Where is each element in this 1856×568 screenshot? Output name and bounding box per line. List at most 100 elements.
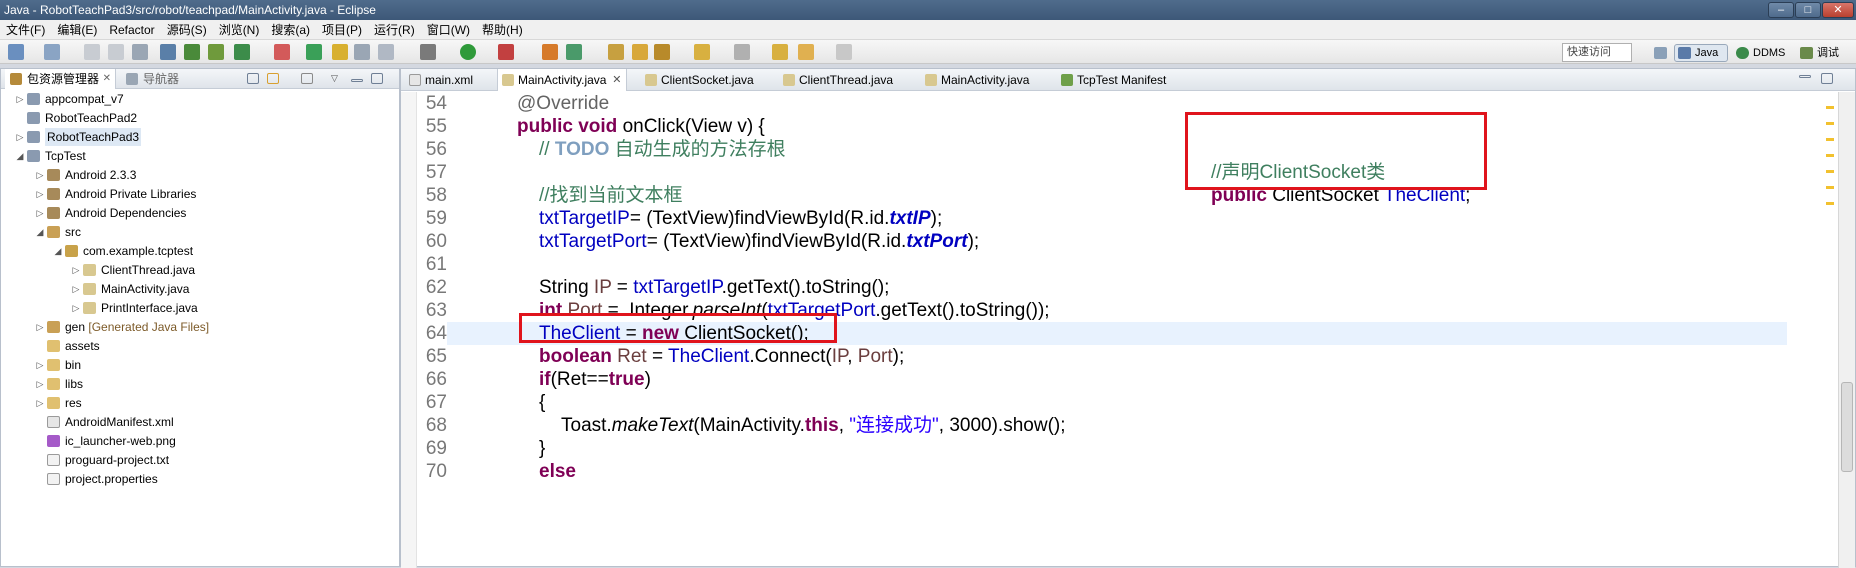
line-number: 61 bbox=[425, 254, 447, 275]
editor-vertical-scrollbar[interactable] bbox=[1838, 92, 1855, 568]
close-icon[interactable]: ✕ bbox=[103, 69, 111, 89]
tab-tcptest-manifest[interactable]: TcpTest Manifest bbox=[1057, 69, 1166, 91]
scrollbar-thumb[interactable] bbox=[1841, 382, 1853, 472]
menu-navigate[interactable]: 浏览(N) bbox=[213, 20, 266, 40]
avd-manager-icon[interactable] bbox=[184, 44, 200, 60]
code-line-65: boolean Ret = TheClient.Connect(IP, Port… bbox=[539, 346, 905, 367]
tab-mainactivity-2[interactable]: MainActivity.java bbox=[921, 69, 1029, 91]
maximize-view-icon[interactable] bbox=[371, 73, 383, 84]
minimize-editor-icon[interactable] bbox=[1799, 75, 1811, 78]
maximize-editor-icon[interactable] bbox=[1821, 73, 1833, 84]
tab-mainactivity-active[interactable]: MainActivity.java ✕ bbox=[497, 69, 628, 91]
menu-window[interactable]: 窗口(W) bbox=[421, 20, 476, 40]
perspective-debug[interactable]: 调试 bbox=[1796, 44, 1852, 62]
code-line-59: txtTargetIP= (TextView)findViewById(R.id… bbox=[539, 208, 943, 229]
search-icon[interactable] bbox=[632, 44, 648, 60]
tab-clientthread[interactable]: ClientThread.java bbox=[779, 69, 893, 91]
menu-bar: 文件(F) 编辑(E) Refactor 源码(S) 浏览(N) 搜索(a) 项目(P) 运行… bbox=[0, 20, 1856, 40]
previous-annotation-icon[interactable] bbox=[734, 44, 750, 60]
check-icon[interactable] bbox=[234, 44, 250, 60]
warning-marker[interactable] bbox=[1826, 122, 1834, 125]
print-icon[interactable] bbox=[132, 44, 148, 60]
line-number: 57 bbox=[425, 162, 447, 183]
new-java-icon[interactable] bbox=[274, 44, 290, 60]
android-sdk-icon[interactable] bbox=[160, 44, 176, 60]
next-annotation-icon[interactable] bbox=[694, 44, 710, 60]
view-menu-chevron-icon[interactable]: ▽ bbox=[331, 73, 343, 84]
view-menu-icon[interactable] bbox=[301, 73, 313, 84]
warning-marker[interactable] bbox=[1826, 138, 1834, 141]
warning-marker[interactable] bbox=[1826, 154, 1834, 157]
new-project-icon[interactable] bbox=[44, 44, 60, 60]
package-explorer-header: 包资源管理器 ✕ 导航器 ▽ bbox=[1, 69, 399, 89]
menu-refactor[interactable]: Refactor bbox=[103, 20, 160, 40]
declaration-highlight-box bbox=[1185, 112, 1487, 190]
last-edit-icon[interactable] bbox=[772, 44, 788, 60]
line-number: 55 bbox=[425, 116, 447, 137]
ddms-icon bbox=[1736, 47, 1749, 59]
code-line-60: txtTargetPort= (TextView)findViewById(R.… bbox=[539, 231, 980, 252]
perspective-ddms[interactable]: DDMS bbox=[1732, 44, 1790, 62]
wand-icon[interactable] bbox=[332, 44, 348, 60]
image-file-icon bbox=[47, 435, 60, 447]
collapse-all-icon[interactable] bbox=[247, 73, 259, 84]
save-icon[interactable] bbox=[84, 44, 100, 60]
project-icon bbox=[27, 131, 40, 143]
java-file-icon bbox=[645, 74, 657, 86]
perspective-java[interactable]: Java bbox=[1674, 44, 1728, 62]
external-tools-icon[interactable] bbox=[498, 44, 514, 60]
quick-access-input[interactable]: 快速访问 bbox=[1562, 43, 1632, 62]
new-package-icon[interactable] bbox=[306, 44, 322, 60]
link-with-editor-icon[interactable] bbox=[267, 73, 279, 84]
toggle-icon[interactable] bbox=[378, 44, 394, 60]
close-button[interactable]: ✕ bbox=[1822, 2, 1854, 18]
maximize-button[interactable]: □ bbox=[1795, 2, 1821, 18]
code-line-55: public void onClick(View v) { bbox=[517, 116, 765, 137]
code-line-69: } bbox=[539, 438, 546, 459]
menu-help[interactable]: 帮助(H) bbox=[476, 20, 529, 40]
annotation-icon[interactable] bbox=[654, 44, 670, 60]
new-class-icon[interactable] bbox=[542, 44, 558, 60]
menu-run[interactable]: 运行(R) bbox=[368, 20, 421, 40]
tab-clientsocket[interactable]: ClientSocket.java bbox=[641, 69, 754, 91]
line-number: 63 bbox=[425, 300, 447, 321]
debug-icon[interactable] bbox=[420, 44, 436, 60]
run-icon[interactable] bbox=[460, 44, 476, 60]
minimize-view-icon[interactable] bbox=[351, 79, 363, 82]
forward-icon[interactable] bbox=[836, 44, 852, 60]
menu-search[interactable]: 搜索(a) bbox=[265, 20, 316, 40]
line-number: 62 bbox=[425, 277, 447, 298]
new-interface-icon[interactable] bbox=[566, 44, 582, 60]
open-folder-icon[interactable] bbox=[608, 44, 624, 60]
android-manifest-icon bbox=[1061, 74, 1073, 86]
tab-navigator[interactable]: 导航器 bbox=[121, 69, 179, 89]
back-icon[interactable] bbox=[798, 44, 814, 60]
menu-source[interactable]: 源码(S) bbox=[161, 20, 213, 40]
source-folder-icon bbox=[47, 226, 60, 238]
code-line-68: Toast.makeText(MainActivity.this, "连接成功"… bbox=[561, 415, 1066, 436]
new-icon[interactable] bbox=[8, 44, 24, 60]
menu-file[interactable]: 文件(F) bbox=[0, 20, 51, 40]
text-file-icon bbox=[47, 454, 60, 466]
lint-icon[interactable] bbox=[208, 44, 224, 60]
tab-package-explorer[interactable]: 包资源管理器 ✕ bbox=[5, 69, 117, 89]
menu-edit[interactable]: 编辑(E) bbox=[51, 20, 103, 40]
code-line-56: // TODO 自动生成的方法存根 bbox=[539, 139, 786, 160]
warning-marker[interactable] bbox=[1826, 186, 1834, 189]
menu-project[interactable]: 项目(P) bbox=[316, 20, 368, 40]
close-icon[interactable]: ✕ bbox=[612, 69, 621, 91]
line-number: 59 bbox=[425, 208, 447, 229]
code-area[interactable]: @Override public void onClick(View v) { … bbox=[447, 92, 1787, 568]
package-explorer-icon bbox=[10, 73, 22, 85]
minimize-button[interactable]: – bbox=[1768, 2, 1794, 18]
code-line-62: String IP = txtTargetIP.getText().toStri… bbox=[539, 277, 890, 298]
save-all-icon[interactable] bbox=[108, 44, 124, 60]
warning-marker[interactable] bbox=[1826, 202, 1834, 205]
package-icon bbox=[65, 245, 78, 257]
open-perspective-icon[interactable] bbox=[1650, 44, 1668, 62]
folder-icon bbox=[47, 397, 60, 409]
open-type-icon[interactable] bbox=[354, 44, 370, 60]
warning-marker[interactable] bbox=[1826, 106, 1834, 109]
warning-marker[interactable] bbox=[1826, 170, 1834, 173]
tab-main-xml[interactable]: main.xml bbox=[405, 69, 473, 91]
